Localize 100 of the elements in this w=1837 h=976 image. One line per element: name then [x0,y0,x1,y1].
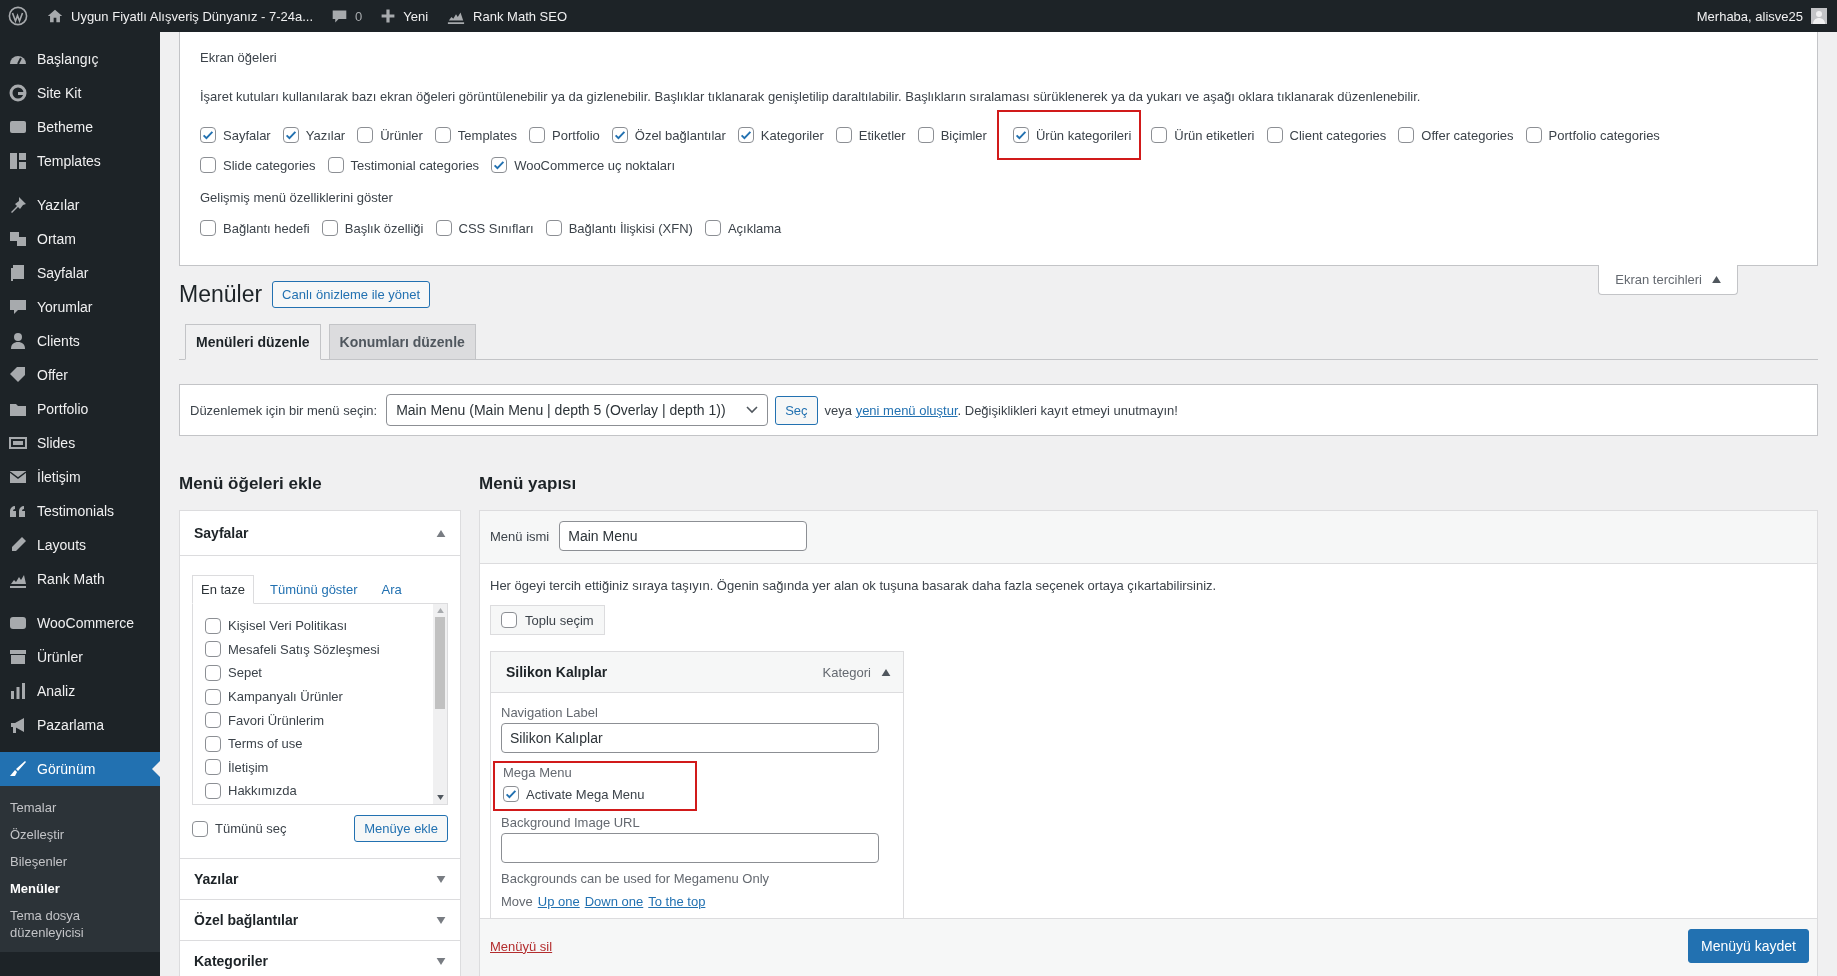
checkbox[interactable] [282,127,299,143]
sidebar-item[interactable]: Layouts [0,528,160,562]
checkbox[interactable] [434,127,451,143]
checkbox[interactable] [1266,127,1283,143]
checkbox[interactable] [357,127,374,143]
submenu-item[interactable]: Temalar [0,794,150,821]
move-link[interactable]: Down one [584,894,644,909]
comment-count[interactable]: 0 [355,8,363,24]
checkbox[interactable] [835,127,852,143]
sidebar-item[interactable]: Ortam [0,222,160,256]
delete-menu-link[interactable]: Menüyü sil [490,938,553,954]
menu-item-header[interactable]: Silikon Kalıplar Kategori [491,652,903,693]
sidebar-item[interactable]: Yorumlar [0,290,160,324]
checkbox[interactable] [205,759,221,776]
tab[interactable]: Ara [373,576,410,603]
checkbox-label: Başlık özelliği [344,220,424,236]
tab[interactable]: Tümünü göster [262,576,366,603]
sidebar-item[interactable]: WooCommerce [0,606,160,640]
add-to-menu-button[interactable]: Menüye ekle [354,815,448,842]
live-preview-button[interactable]: Canlı önizleme ile yönet [272,281,431,308]
checkbox[interactable] [205,665,221,681]
menu-name-field[interactable]: Main Menu [559,521,808,551]
checkbox[interactable] [1525,127,1542,143]
sidebar-item[interactable]: Ürünler [0,640,160,674]
sidebar-item[interactable]: Pazarlama [0,708,160,742]
checkbox[interactable] [205,641,221,658]
sidebar-item[interactable]: Testimonials [0,494,160,528]
tab[interactable]: Konumları düzenle [328,324,476,360]
sidebar-item[interactable]: Analiz [0,674,160,708]
field-label: Mega Menu [503,765,573,780]
scroll-thumb[interactable] [435,617,445,709]
move-link[interactable]: To the top [648,894,706,909]
checkbox[interactable] [503,786,519,802]
checkbox-label: Biçimler [940,127,987,143]
greeting-link[interactable]: Merhaba, alisve25 [1696,8,1803,24]
caret-up-icon [881,668,891,676]
checkbox[interactable] [205,735,221,752]
checkbox[interactable] [737,127,754,143]
sidebar-item[interactable]: Templates [0,144,160,178]
sidebar-item[interactable]: Betheme [0,110,160,144]
scrollbar[interactable] [433,604,447,804]
submenu-item[interactable]: Menüler [0,875,150,902]
sidebar-item[interactable]: Clients [0,324,160,358]
sidebar-item[interactable]: Offer [0,358,160,392]
sidebar-item[interactable]: Rank Math [0,562,160,596]
checkbox-label: Ürün etiketleri [1174,127,1255,143]
checkbox[interactable] [611,127,628,143]
checkbox[interactable] [917,127,934,143]
menu-dropdown[interactable]: Main Menu (Main Menu | depth 5 (Overlay | depth 1)) [386,394,769,426]
navigation-label-field[interactable]: Silikon Kalıplar [501,723,879,753]
screen-options-toggle[interactable]: Ekran tercihleri [1598,265,1738,295]
checkbox[interactable] [529,127,546,143]
checkbox[interactable] [205,688,221,705]
submenu-item[interactable]: Bileşenler [0,848,150,875]
checkbox[interactable] [200,127,216,143]
checkbox[interactable] [200,157,216,173]
sidebar-item[interactable]: İletişim [0,460,160,494]
checkbox[interactable] [1398,127,1415,143]
select-button[interactable]: Seç [775,395,818,425]
sidebar-item[interactable]: Sayfalar [0,256,160,290]
item-type-label: Kategori [822,664,871,680]
save-menu-button[interactable]: Menüyü kaydet [1688,929,1809,963]
tab[interactable]: En taze [192,575,255,604]
bulk-select-button[interactable]: Toplu seçim [490,605,605,635]
description-text: İşaret kutuları kullanılarak bazı ekran öğeleri görüntülenebilir ya da gizlenebilir. Başlıklar tıklanarak genişletilip daraltılabilir. Başlıkların sıralaması sürüklenerek ya da yukarı ve aşağı oklara tıklanarak düzenlenebilir. [200,89,1422,104]
seo-link[interactable]: Rank Math SEO [473,8,568,24]
checkbox-label: Kişisel Veri Politikası [228,618,348,634]
checkbox[interactable] [205,782,221,799]
section-heading: Menü yapısı [479,473,578,495]
checkbox[interactable] [1151,127,1168,143]
checkbox-label: Client categories [1289,127,1387,143]
checkbox[interactable] [321,220,338,236]
sidebar-item[interactable]: Yazılar [0,188,160,222]
create-menu-link[interactable]: yeni menü oluştur [855,402,958,418]
background-url-field[interactable] [501,833,879,863]
checkbox[interactable] [200,220,216,236]
checkbox[interactable] [545,220,562,236]
checkbox[interactable] [205,617,221,634]
new-link[interactable]: Yeni [403,8,429,24]
checkbox[interactable] [205,712,221,729]
site-title-link[interactable]: Uygun Fiyatlı Alışveriş Dünyanız - 7-24a... [71,8,314,24]
sidebar-item[interactable]: Görünüm [0,752,160,786]
sidebar-item[interactable]: Portfolio [0,392,160,426]
sidebar-item[interactable]: Başlangıç [0,42,160,76]
caret-down-icon [436,957,446,965]
checkbox[interactable] [327,157,344,173]
tab[interactable]: Menüleri düzenle [185,324,321,360]
checkbox[interactable] [501,612,517,628]
bar-chart-icon [8,681,28,701]
sidebar-item[interactable]: Site Kit [0,76,160,110]
move-link[interactable]: Up one [537,894,580,909]
submenu-item[interactable]: Özelleştir [0,821,150,848]
checkbox[interactable] [435,220,452,236]
checkbox[interactable] [1012,127,1029,143]
checkbox[interactable] [491,157,508,173]
tag-icon [8,365,28,385]
sidebar-item[interactable]: Slides [0,426,160,460]
checkbox[interactable] [192,820,208,837]
checkbox[interactable] [704,220,721,236]
submenu-item[interactable]: Tema dosya düzenleyicisi [0,902,150,946]
